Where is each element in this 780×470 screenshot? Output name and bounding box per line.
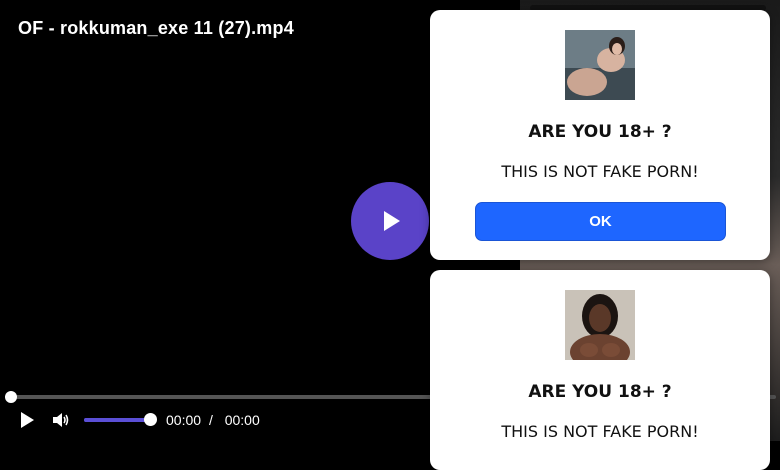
control-bar: 00:00 / 00:00	[0, 404, 430, 436]
age-verification-popup: ARE YOU 18+ ? THIS IS NOT FAKE PORN! OK	[430, 10, 770, 260]
volume-fill	[84, 418, 150, 422]
popup-heading: ARE YOU 18+ ?	[528, 382, 672, 402]
volume-handle[interactable]	[144, 413, 157, 426]
popup-message: THIS IS NOT FAKE PORN!	[501, 162, 699, 181]
progress-handle[interactable]	[5, 391, 17, 403]
duration: 00:00	[224, 412, 260, 428]
profile-photo	[565, 290, 635, 360]
volume-slider[interactable]	[84, 413, 157, 426]
current-time: 00:00	[166, 412, 202, 428]
popup-heading: ARE YOU 18+ ?	[528, 122, 672, 142]
video-title: OF - rokkuman_exe 11 (27).mp4	[18, 18, 294, 38]
speaker-icon	[53, 413, 69, 427]
time-separator: /	[208, 412, 213, 428]
popup-message: THIS IS NOT FAKE PORN!	[501, 422, 699, 441]
play-icon	[21, 412, 34, 428]
play-icon	[384, 211, 400, 231]
play-button[interactable]	[14, 407, 40, 433]
age-verification-popup: ARE YOU 18+ ? THIS IS NOT FAKE PORN!	[430, 270, 770, 470]
volume-button[interactable]	[48, 407, 74, 433]
ok-button[interactable]: OK	[475, 202, 726, 241]
profile-photo	[565, 30, 635, 100]
time-display: 00:00 / 00:00	[166, 412, 260, 428]
big-play-button[interactable]	[351, 182, 429, 260]
